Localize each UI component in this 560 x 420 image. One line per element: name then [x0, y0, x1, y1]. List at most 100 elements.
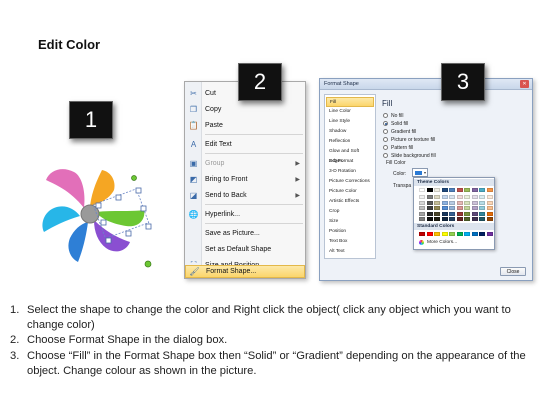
color-swatch[interactable] [486, 195, 493, 199]
more-colors-button[interactable]: More Colors... [419, 240, 457, 245]
color-swatch[interactable] [426, 217, 433, 221]
color-swatch[interactable] [464, 217, 470, 221]
color-swatch[interactable] [441, 211, 448, 216]
category-shadow[interactable]: Shadow [326, 127, 374, 137]
color-swatch[interactable] [426, 206, 433, 210]
color-swatch[interactable] [419, 206, 425, 210]
radio-solid-fill[interactable]: Solid fill [383, 120, 408, 127]
color-swatch[interactable] [471, 200, 478, 205]
radio-slide-background-fill[interactable]: Slide background fill [383, 152, 436, 159]
radio-pattern-fill[interactable]: Pattern fill [383, 144, 413, 151]
color-swatch[interactable] [434, 195, 440, 199]
color-swatch[interactable] [426, 232, 433, 236]
category-picture-corrections[interactable]: Picture Corrections [326, 177, 374, 187]
category-line-style[interactable]: Line Style [326, 117, 374, 127]
radio-gradient-fill[interactable]: Gradient fill [383, 128, 416, 135]
color-swatch[interactable] [449, 188, 455, 192]
color-swatch[interactable] [479, 211, 485, 216]
category-3d-rotation[interactable]: 3-D Rotation [326, 167, 374, 177]
color-swatch[interactable] [464, 188, 470, 192]
color-swatch[interactable] [456, 188, 463, 192]
color-swatch[interactable] [441, 195, 448, 199]
color-swatch[interactable] [426, 211, 433, 216]
color-swatch[interactable] [471, 232, 478, 236]
category-crop[interactable]: Crop [326, 207, 374, 217]
color-swatch[interactable] [471, 206, 478, 210]
category-line-color[interactable]: Line Color [326, 107, 374, 117]
color-swatch[interactable] [419, 217, 425, 221]
color-swatch[interactable] [441, 188, 448, 192]
color-swatch[interactable] [441, 217, 448, 221]
color-swatch[interactable] [426, 195, 433, 199]
color-swatch[interactable] [434, 217, 440, 221]
color-swatch[interactable] [471, 211, 478, 216]
menu-item-save-as-picture[interactable]: Save as Picture... [185, 226, 305, 240]
color-swatch[interactable] [486, 217, 493, 221]
color-swatch[interactable] [426, 188, 433, 192]
color-swatch[interactable] [479, 217, 485, 221]
color-swatch[interactable] [471, 217, 478, 221]
color-swatch[interactable] [479, 206, 485, 210]
menu-item-format-shape[interactable]: 🖌 Format Shape... [185, 265, 305, 278]
color-swatch[interactable] [456, 217, 463, 221]
category-3d-format[interactable]: 3-D Format [326, 157, 374, 167]
menu-item-group[interactable]: ▣ Group ▶ [185, 156, 305, 170]
color-swatch[interactable] [449, 211, 455, 216]
color-swatch[interactable] [464, 206, 470, 210]
color-swatch[interactable] [434, 200, 440, 205]
color-swatch[interactable] [464, 200, 470, 205]
color-swatch[interactable] [449, 200, 455, 205]
color-swatch[interactable] [441, 206, 448, 210]
menu-item-copy[interactable]: ❐ Copy [185, 102, 305, 116]
color-swatch[interactable] [464, 211, 470, 216]
category-text-box[interactable]: Text Box [326, 237, 374, 247]
color-swatch[interactable] [449, 195, 455, 199]
color-swatch[interactable] [449, 232, 455, 236]
menu-item-set-default-shape[interactable]: Set as Default Shape [185, 242, 305, 256]
color-swatch[interactable] [486, 206, 493, 210]
color-swatch[interactable] [434, 232, 440, 236]
menu-item-paste[interactable]: 📋 Paste [185, 118, 305, 132]
color-swatch[interactable] [426, 200, 433, 205]
close-icon[interactable]: ✕ [520, 80, 529, 88]
color-swatch[interactable] [486, 188, 493, 192]
color-swatch[interactable] [449, 217, 455, 221]
color-swatch[interactable] [456, 200, 463, 205]
color-swatch[interactable] [419, 188, 425, 192]
color-swatch[interactable] [434, 188, 440, 192]
color-swatch[interactable] [456, 195, 463, 199]
color-swatch[interactable] [471, 195, 478, 199]
color-swatch[interactable] [441, 232, 448, 236]
color-swatch[interactable] [479, 200, 485, 205]
close-button[interactable]: Close [500, 267, 526, 276]
menu-item-edit-text[interactable]: A Edit Text [185, 137, 305, 151]
category-reflection[interactable]: Reflection [326, 137, 374, 147]
color-swatch[interactable] [456, 232, 463, 236]
pinwheel-shape[interactable] [40, 160, 160, 275]
color-swatch[interactable] [464, 195, 470, 199]
color-swatch[interactable] [486, 232, 493, 236]
color-swatch[interactable] [419, 211, 425, 216]
color-swatch[interactable] [434, 211, 440, 216]
color-swatch[interactable] [471, 188, 478, 192]
color-swatch[interactable] [456, 211, 463, 216]
category-artistic-effects[interactable]: Artistic Effects [326, 197, 374, 207]
menu-item-bring-to-front[interactable]: ◩ Bring to Front ▶ [185, 172, 305, 186]
color-swatch[interactable] [419, 200, 425, 205]
category-fill[interactable]: Fill [326, 97, 374, 107]
color-swatch[interactable] [449, 206, 455, 210]
color-swatch[interactable] [464, 232, 470, 236]
color-swatch[interactable] [479, 195, 485, 199]
color-swatch[interactable] [419, 195, 425, 199]
color-swatch[interactable] [479, 232, 485, 236]
category-size[interactable]: Size [326, 217, 374, 227]
color-swatch[interactable] [479, 188, 485, 192]
color-swatch[interactable] [486, 211, 493, 216]
category-alt-text[interactable]: Alt Text [326, 247, 374, 257]
radio-no-fill[interactable]: No fill [383, 112, 404, 119]
category-position[interactable]: Position [326, 227, 374, 237]
category-glow[interactable]: Glow and Soft Edges [326, 147, 374, 164]
color-swatch[interactable] [486, 200, 493, 205]
category-picture-color[interactable]: Picture Color [326, 187, 374, 197]
color-swatch[interactable] [441, 200, 448, 205]
